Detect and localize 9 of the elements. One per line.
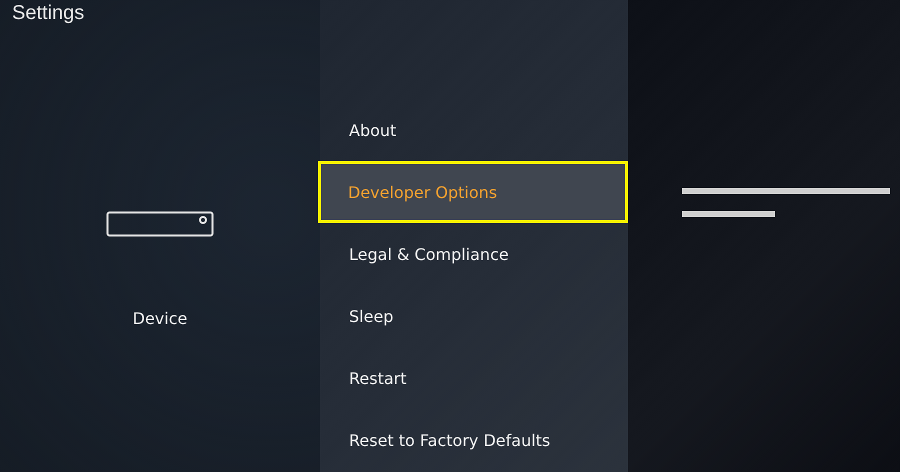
menu-item[interactable]: Sleep <box>318 285 628 347</box>
menu-item[interactable]: Developer Options <box>318 161 628 223</box>
menu-item[interactable]: Legal & Compliance <box>318 223 628 285</box>
category-label: Device <box>132 309 188 328</box>
streaming-box-icon <box>106 211 216 239</box>
menu-item[interactable]: Restart <box>318 347 628 409</box>
menu-item[interactable]: About <box>318 99 628 161</box>
page-title: Settings <box>11 1 84 25</box>
menu-item[interactable]: Reset to Factory Defaults <box>318 409 628 471</box>
